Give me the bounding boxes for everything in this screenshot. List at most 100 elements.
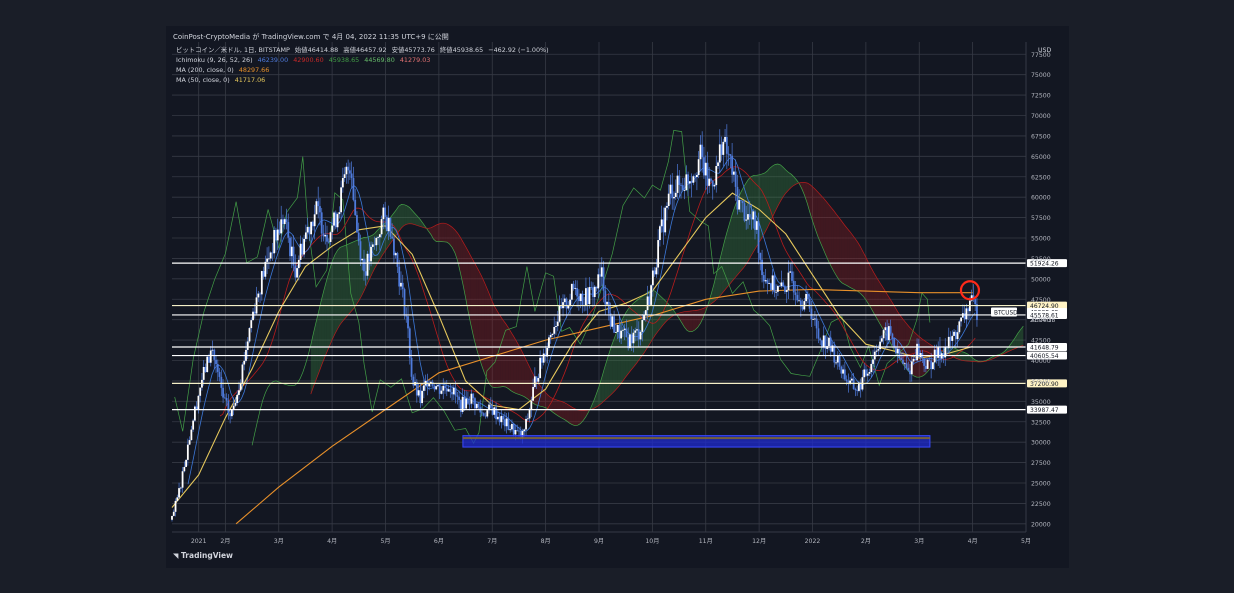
candle-body (734, 171, 737, 187)
candle-body (206, 356, 209, 373)
cloud-segment (780, 164, 784, 202)
legend-close: 45938.65 (452, 46, 484, 54)
candle-body (493, 407, 496, 415)
candle-body (585, 288, 587, 306)
candle-body (486, 410, 489, 417)
candle-body (923, 358, 926, 366)
candle-body (348, 170, 351, 174)
candle-body (475, 403, 478, 409)
cloud-segment (342, 245, 346, 321)
candle-body (674, 192, 677, 197)
candle-body (472, 393, 475, 399)
candle-body (891, 333, 894, 339)
candle-body (558, 305, 561, 322)
candle-body (322, 233, 325, 237)
chart-area[interactable]: 51924.2646724.9045938.6545578.6141648.79… (166, 40, 1069, 560)
candle-body (474, 398, 476, 409)
tradingview-logo[interactable]: ◥ TradingView (173, 551, 233, 560)
candle-body (732, 171, 735, 175)
cloud-segment (777, 163, 781, 207)
candle-body (900, 358, 903, 360)
candle-body (334, 212, 337, 228)
cloud-segment (857, 242, 861, 294)
candle-body (801, 306, 804, 310)
candle-body (805, 293, 807, 302)
candle-body (604, 290, 607, 305)
candle-body (363, 258, 365, 272)
cloud-segment (841, 221, 845, 285)
candle-body (283, 219, 286, 225)
candle-body (500, 415, 503, 423)
cloud-segment (764, 171, 768, 234)
y-tick-label: 45000 (1031, 317, 1051, 324)
cloud-segment (697, 309, 701, 328)
candle-body (935, 349, 938, 358)
candle-body (435, 386, 438, 390)
y-tick-label: 67500 (1031, 133, 1051, 140)
candle-body (539, 357, 542, 378)
candle-body (223, 397, 226, 399)
candle-body (296, 268, 298, 278)
cloud-segment (836, 214, 840, 281)
y-tick-label: 35000 (1031, 399, 1051, 406)
candle-body (833, 345, 836, 363)
cloud-segment (444, 223, 447, 243)
candle-body (523, 429, 526, 432)
candle-body (671, 184, 674, 199)
candle-body (775, 291, 778, 293)
candle-body (926, 359, 929, 369)
cloud-segment (823, 197, 826, 256)
candle-body (209, 350, 212, 363)
candle-body (359, 241, 362, 261)
x-tick-label: 12月 (752, 538, 766, 545)
candle-body (463, 396, 466, 409)
candle-body (924, 365, 927, 369)
legend-low: 45773.76 (404, 46, 435, 54)
candle-body (336, 214, 339, 228)
candle-body (357, 232, 360, 242)
y-tick-label: 25000 (1031, 481, 1051, 488)
cloud-segment (604, 359, 608, 401)
candle-body (220, 376, 223, 388)
candle-body (866, 373, 869, 376)
candle-body (688, 181, 691, 184)
candle-body (447, 389, 450, 392)
candle-body (317, 201, 320, 207)
cloud-segment (879, 281, 882, 328)
legend-symbol-title: ビットコイン／米ドル, 1日, BITSTAMP (176, 46, 290, 54)
y-tick-label: 30000 (1031, 440, 1051, 447)
cloud-segment (436, 223, 439, 242)
candle-body (673, 196, 675, 199)
candle-body (391, 236, 394, 239)
candle-body (514, 430, 517, 435)
candle-body (456, 395, 459, 397)
candle-body (602, 267, 605, 291)
legend-high: 46457.92 (356, 46, 387, 54)
highlight-circle (959, 280, 981, 301)
candle-body (179, 487, 182, 489)
candle-body (914, 358, 917, 361)
candle-body (822, 335, 825, 348)
cloud-segment (644, 292, 648, 353)
candle-body (384, 207, 387, 217)
cloud-segment (687, 311, 690, 332)
candle-body (953, 331, 955, 336)
candle-body (666, 205, 668, 208)
candle-body (766, 280, 769, 284)
candle-body (289, 237, 291, 257)
candle-body (370, 246, 372, 262)
cloud-segment (401, 204, 405, 228)
candle-body (361, 258, 364, 261)
candle-body (366, 253, 369, 276)
candle-body (377, 237, 379, 239)
candle-body (703, 157, 705, 176)
candle-body (613, 316, 616, 333)
cloud-segment (553, 398, 557, 415)
candle-body (294, 265, 297, 278)
cloud-segment (481, 276, 485, 373)
legend-high-label: 高値 (343, 46, 357, 54)
price-chart[interactable]: 51924.2646724.9045938.6545578.6141648.79… (166, 40, 1069, 560)
candle-body (965, 308, 968, 320)
candle-body (297, 259, 300, 269)
cloud-segment (729, 213, 733, 285)
